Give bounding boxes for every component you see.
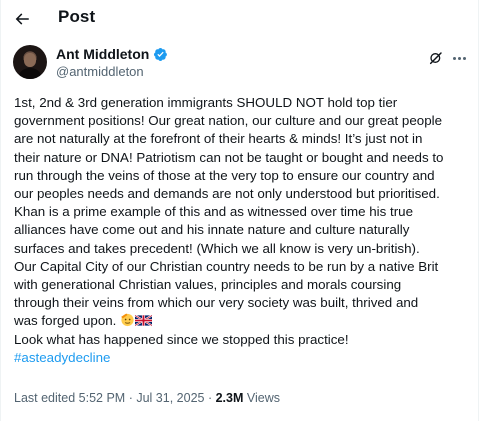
back-button[interactable] [7,4,37,34]
more-options-icon[interactable] [450,49,468,67]
post-line: our peoples needs and demands are not on… [14,186,440,202]
author-display-name[interactable]: Ant Middleton [56,46,149,62]
post-line: 1st, 2nd & 3rd generation immigrants SHO… [14,95,398,110]
post-line: Look what has happened since we stopped … [14,331,349,347]
meta-separator: · [207,391,213,405]
page-header: Post [1,0,478,36]
post-line: government positions! Our great nation, … [14,113,443,129]
post-time[interactable]: 5:52 PM [79,391,126,405]
page-title: Post [58,7,96,26]
post-date[interactable]: Jul 31, 2025 [136,391,204,405]
uk-flag-emoji [135,314,153,327]
dot [457,56,461,60]
post-line: are not naturally at the forefront of th… [14,131,423,147]
post-page: Post Ant Middleton @antmiddleton 1st, 2n… [0,0,480,421]
author-name-row: Ant Middleton [56,46,168,62]
post-line: alliances have come out and his innate n… [14,222,410,238]
post-line: Our Capital City of our Christian countr… [14,258,439,274]
grok-icon[interactable] [428,50,444,66]
post-text: 1st, 2nd & 3rd generation immigrants SHO… [14,94,469,367]
left-border [0,0,1,421]
arrow-left-icon [15,13,29,25]
hashtag-link[interactable]: #asteadydecline [14,349,469,367]
author-handle[interactable]: @antmiddleton [56,64,144,79]
post-line: surfaces and takes precedent! (Which we … [14,240,420,256]
dot [452,56,456,60]
post-line: run through the veins of those at the ve… [14,167,435,183]
post-line: through their veins from which our very … [14,295,419,311]
edited-label[interactable]: Last edited [14,391,75,405]
views-count[interactable]: 2.3M [216,391,244,405]
post-line: their nature or DNA! Patriotism can not … [14,149,444,165]
post-line: Khan is a prime example of this and as w… [14,204,414,220]
verified-badge-icon[interactable] [153,47,168,62]
meta-separator: · [128,391,133,405]
avatar[interactable] [13,45,47,79]
post-meta: Last edited 5:52 PM · Jul 31, 2025 · 2.3… [14,391,280,405]
views-label: Views [246,391,281,405]
saluting-face-emoji [121,313,134,327]
post-line-with-emoji: was forged upon. [14,312,469,330]
post-line: was forged upon. [14,313,117,329]
avatar-face [24,53,36,67]
right-border [478,0,479,421]
dot [462,56,466,60]
post-line: with generational Christian values, prin… [14,277,402,293]
avatar-shoulders [19,68,41,79]
